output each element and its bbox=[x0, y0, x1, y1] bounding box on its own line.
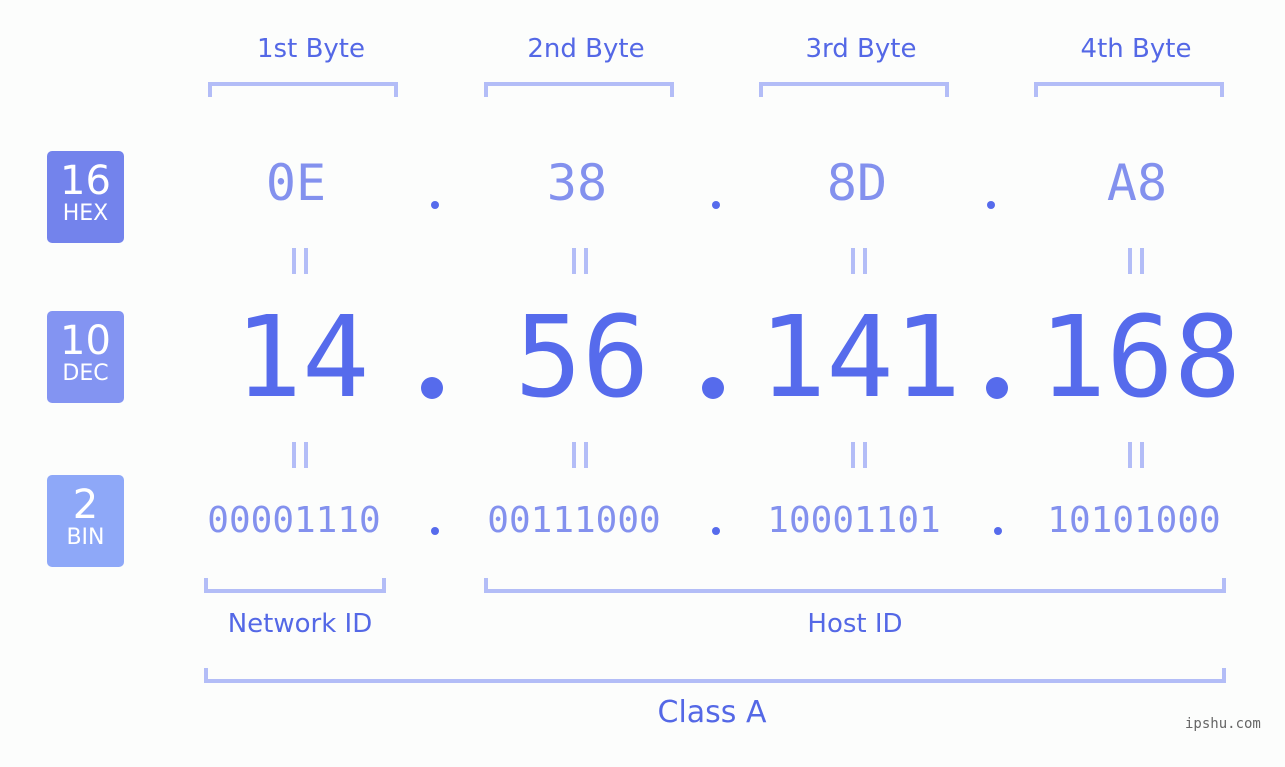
bin-badge: 2 BIN bbox=[47, 475, 124, 567]
dec-byte-2: 56 bbox=[514, 293, 650, 423]
network-id-label: Network ID bbox=[227, 609, 373, 639]
byte-bracket-3 bbox=[759, 82, 949, 97]
byte-header-4: 4th Byte bbox=[1080, 34, 1192, 64]
dec-byte-3: 141 bbox=[758, 293, 962, 423]
byte-bracket-1 bbox=[208, 82, 398, 97]
host-id-bracket bbox=[484, 578, 1226, 593]
hex-badge: 16 HEX bbox=[47, 151, 124, 243]
byte-header-3: 3rd Byte bbox=[805, 34, 917, 64]
dec-badge: 10 DEC bbox=[47, 311, 124, 403]
equals-icon bbox=[292, 442, 308, 468]
hex-dot-separator bbox=[431, 201, 439, 209]
equals-icon bbox=[1128, 248, 1144, 274]
hex-dot-separator bbox=[712, 201, 720, 209]
byte-bracket-2 bbox=[484, 82, 674, 97]
dec-byte-1: 14 bbox=[234, 293, 370, 423]
bin-byte-1: 00001110 bbox=[207, 500, 381, 541]
hex-dot-separator bbox=[987, 201, 995, 209]
bin-dot-separator bbox=[994, 527, 1002, 535]
dec-badge-label: DEC bbox=[62, 361, 109, 386]
class-label: Class A bbox=[657, 695, 767, 730]
bin-byte-4: 10101000 bbox=[1047, 500, 1221, 541]
bin-dot-separator bbox=[712, 527, 720, 535]
equals-icon bbox=[292, 248, 308, 274]
byte-header-2: 2nd Byte bbox=[527, 34, 645, 64]
equals-icon bbox=[572, 442, 588, 468]
byte-header-1: 1st Byte bbox=[257, 34, 365, 64]
hex-byte-3: 8D bbox=[826, 154, 888, 212]
hex-byte-1: 0E bbox=[265, 154, 327, 212]
dec-byte-4: 168 bbox=[1038, 293, 1242, 423]
class-bracket bbox=[204, 668, 1226, 683]
hex-byte-4: A8 bbox=[1106, 154, 1168, 212]
byte-bracket-4 bbox=[1034, 82, 1224, 97]
equals-icon bbox=[851, 442, 867, 468]
dec-dot-separator bbox=[421, 377, 443, 399]
hex-badge-base: 16 bbox=[60, 158, 111, 204]
host-id-label: Host ID bbox=[807, 609, 903, 639]
bin-badge-base: 2 bbox=[72, 482, 99, 528]
network-id-bracket bbox=[204, 578, 386, 593]
bin-badge-label: BIN bbox=[66, 525, 105, 550]
dec-badge-base: 10 bbox=[60, 318, 111, 364]
bin-byte-3: 10001101 bbox=[767, 500, 941, 541]
equals-icon bbox=[1128, 442, 1144, 468]
dec-dot-separator bbox=[986, 377, 1008, 399]
equals-icon bbox=[851, 248, 867, 274]
bin-byte-2: 00111000 bbox=[487, 500, 661, 541]
hex-badge-label: HEX bbox=[62, 201, 109, 226]
hex-byte-2: 38 bbox=[546, 154, 608, 212]
dec-dot-separator bbox=[702, 377, 724, 399]
watermark: ipshu.com bbox=[1185, 716, 1261, 732]
bin-dot-separator bbox=[431, 527, 439, 535]
equals-icon bbox=[572, 248, 588, 274]
